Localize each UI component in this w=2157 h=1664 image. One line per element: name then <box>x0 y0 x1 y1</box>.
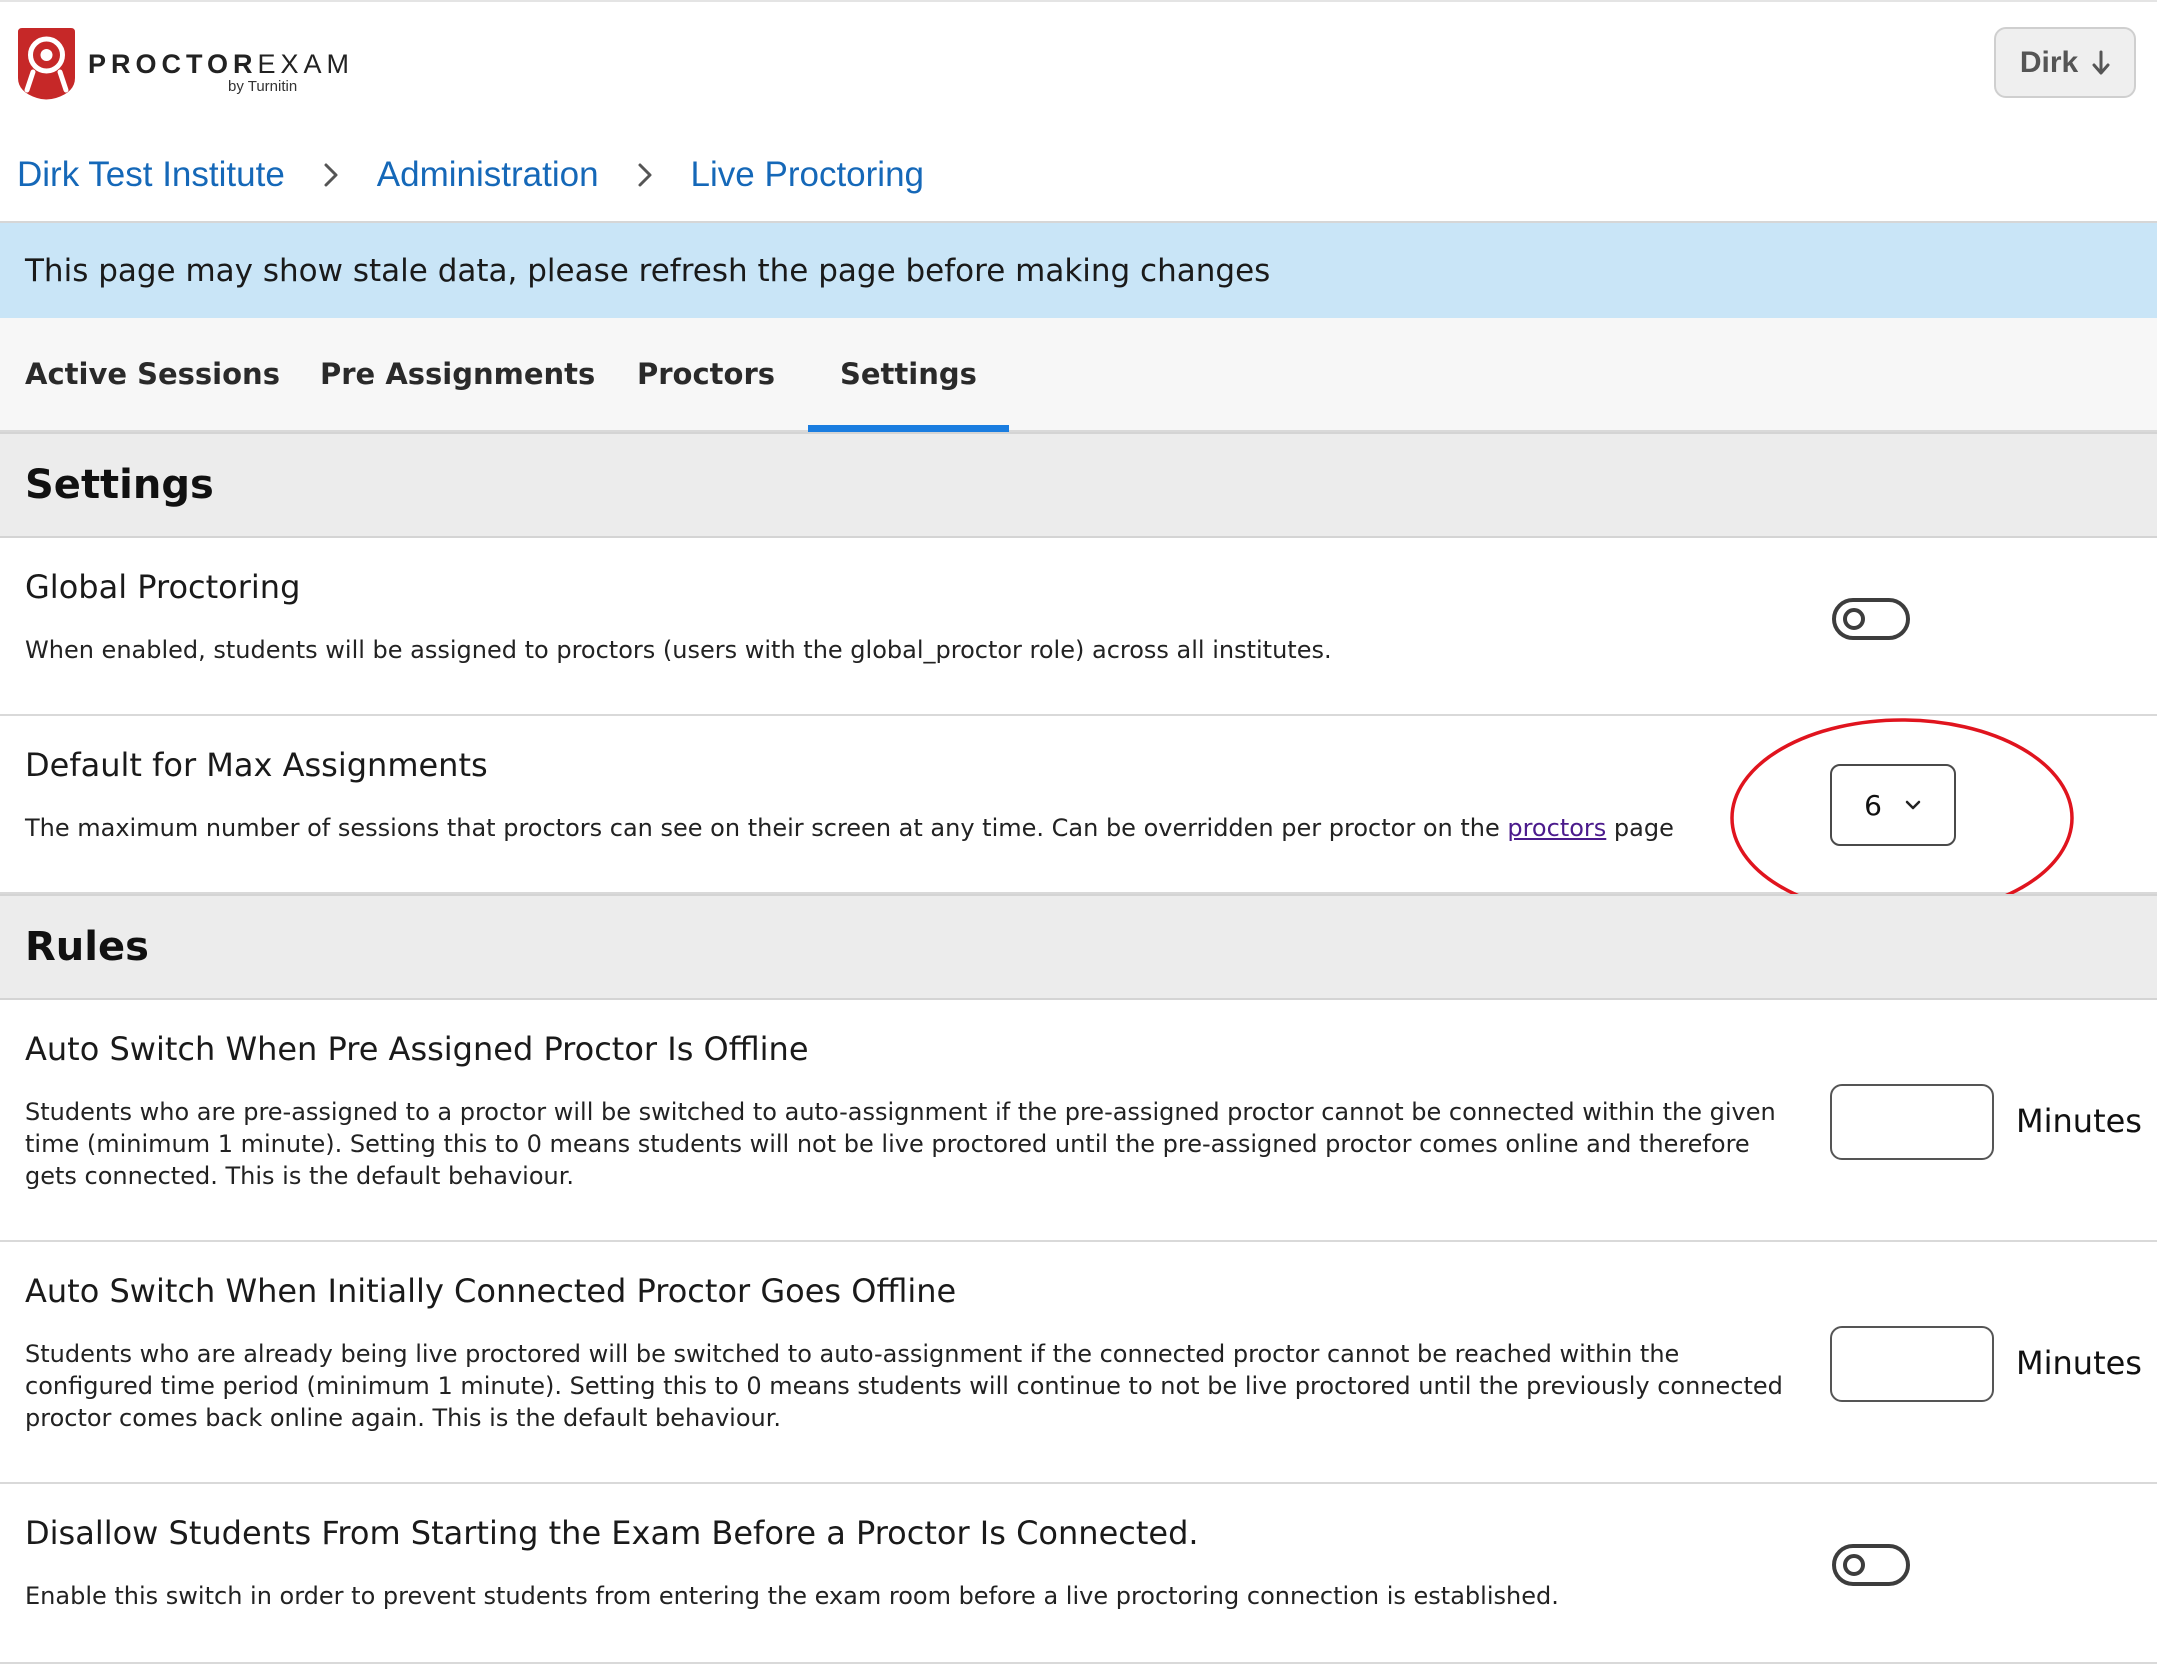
max-assignments-desc-suffix: page <box>1606 814 1674 842</box>
tab-pre-assignments[interactable]: Pre Assignments <box>320 318 595 430</box>
max-assignments-value: 6 <box>1864 788 1882 822</box>
auto-switch-preassigned-row: Auto Switch When Pre Assigned Proctor Is… <box>0 1000 2157 1242</box>
tab-bar: Active Sessions Pre Assignments Proctors… <box>0 318 2157 432</box>
tab-proctors[interactable]: Proctors <box>637 318 775 430</box>
toggle-knob <box>1843 1554 1865 1576</box>
max-assignments-description: The maximum number of sessions that proc… <box>25 812 1785 844</box>
global-proctoring-toggle[interactable] <box>1832 598 1910 640</box>
user-menu-button[interactable]: Dirk <box>1994 27 2136 98</box>
minutes-unit-label: Minutes <box>2016 1102 2142 1140</box>
brand-bold: PROCTOR <box>88 49 258 79</box>
top-border <box>0 0 2157 2</box>
auto-switch-connected-title: Auto Switch When Initially Connected Pro… <box>25 1272 957 1310</box>
stale-data-notice: This page may show stale data, please re… <box>0 221 2157 318</box>
toggle-knob <box>1843 608 1865 630</box>
brand-light: EXAM <box>257 49 355 79</box>
brand-name: PROCTOREXAM <box>88 50 354 78</box>
disallow-start-title: Disallow Students From Starting the Exam… <box>25 1514 1199 1552</box>
proctors-link[interactable]: proctors <box>1507 814 1606 842</box>
chevron-right-icon <box>285 162 377 188</box>
chevron-down-icon <box>1905 800 1921 810</box>
disallow-start-description: Enable this switch in order to prevent s… <box>25 1582 1559 1610</box>
auto-switch-preassigned-description: Students who are pre-assigned to a proct… <box>25 1098 1776 1190</box>
max-assignments-select[interactable]: 6 <box>1830 764 1956 846</box>
max-assignments-desc-text: The maximum number of sessions that proc… <box>25 814 1508 842</box>
tab-active-sessions[interactable]: Active Sessions <box>25 318 280 430</box>
max-assignments-title: Default for Max Assignments <box>25 746 488 784</box>
breadcrumb-live-proctoring[interactable]: Live Proctoring <box>691 155 924 195</box>
auto-switch-connected-description: Students who are already being live proc… <box>25 1340 1783 1432</box>
rules-section-title: Rules <box>0 894 2157 1000</box>
global-proctoring-title: Global Proctoring <box>25 568 301 606</box>
minutes-unit-label: Minutes <box>2016 1344 2142 1382</box>
breadcrumb-administration[interactable]: Administration <box>377 155 599 195</box>
settings-section-title: Settings <box>0 432 2157 538</box>
auto-switch-preassigned-minutes-input[interactable] <box>1830 1084 1994 1160</box>
brand-subtitle: by Turnitin <box>228 78 298 95</box>
notice-text: This page may show stale data, please re… <box>25 252 1271 289</box>
chevron-right-icon <box>599 162 691 188</box>
tab-settings[interactable]: Settings <box>808 318 1009 432</box>
auto-switch-connected-row: Auto Switch When Initially Connected Pro… <box>0 1242 2157 1484</box>
disallow-start-toggle[interactable] <box>1832 1544 1910 1586</box>
breadcrumb-institute[interactable]: Dirk Test Institute <box>17 155 285 195</box>
arrow-down-icon <box>2092 50 2110 74</box>
auto-switch-connected-minutes-input[interactable] <box>1830 1326 1994 1402</box>
global-proctoring-row: Global Proctoring When enabled, students… <box>0 538 2157 716</box>
breadcrumb: Dirk Test Institute Administration Live … <box>17 150 924 200</box>
global-proctoring-description: When enabled, students will be assigned … <box>25 636 1332 664</box>
disallow-start-row: Disallow Students From Starting the Exam… <box>0 1484 2157 1664</box>
proctorexam-logo-icon <box>18 28 75 100</box>
user-menu-label: Dirk <box>2019 45 2079 79</box>
max-assignments-row: Default for Max Assignments The maximum … <box>0 716 2157 894</box>
auto-switch-preassigned-title: Auto Switch When Pre Assigned Proctor Is… <box>25 1030 809 1068</box>
